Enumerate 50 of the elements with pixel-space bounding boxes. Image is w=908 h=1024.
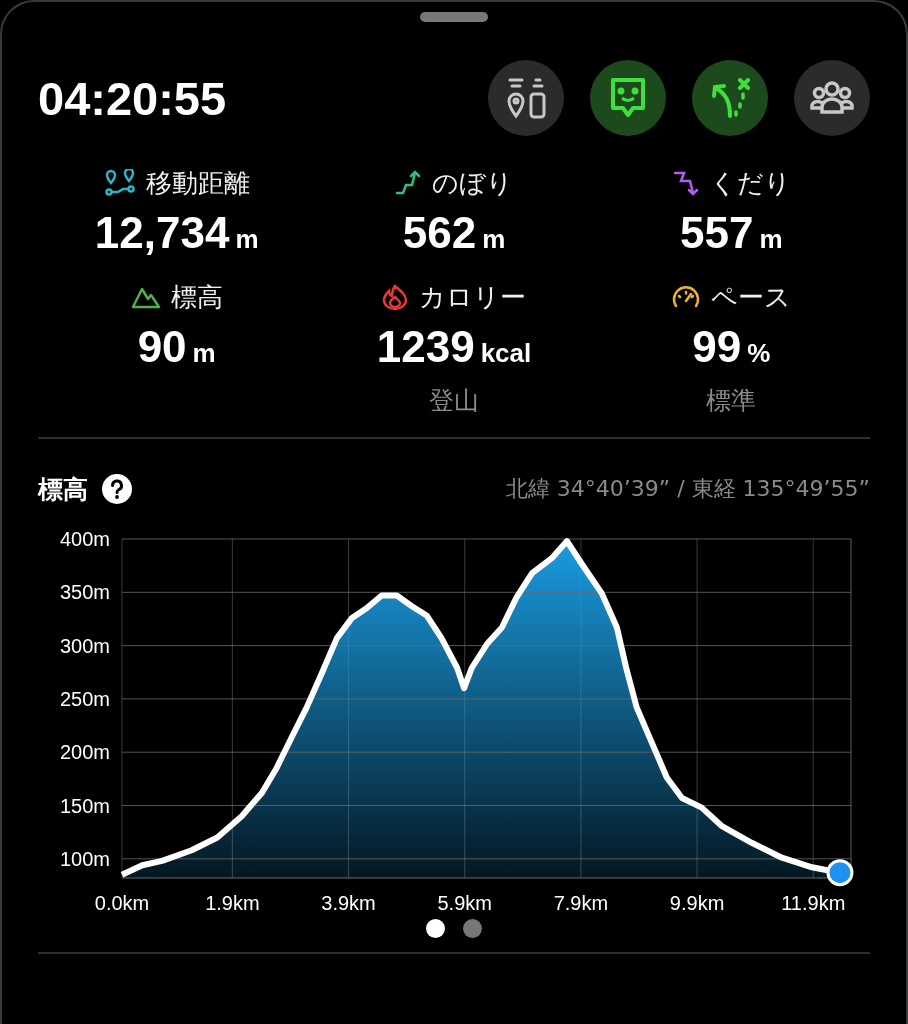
stat-value: 12,734: [94, 208, 230, 258]
stat-label: くだり: [709, 166, 791, 200]
stat-unit: m: [482, 224, 506, 255]
section-title: 標高: [38, 473, 88, 506]
stat-value: 90: [137, 322, 187, 372]
stat-note: 標準: [706, 385, 757, 417]
stat-unit: %: [747, 338, 771, 369]
stat-value: 562: [402, 208, 477, 258]
position-marker: [826, 859, 854, 887]
route-arrow-icon: [710, 76, 750, 120]
flame-icon: [381, 283, 410, 311]
stat-unit: m: [759, 224, 783, 255]
y-axis-label: 100m: [59, 847, 110, 870]
y-axis-label: 350m: [59, 581, 110, 604]
stat-value: 99: [692, 322, 742, 372]
stat-value: 557: [680, 208, 754, 258]
x-axis-label: 0.0km: [94, 892, 150, 913]
coordinates: 北緯 34°40’39” / 東経 135°49’55”: [505, 475, 870, 503]
stat-unit: m: [235, 224, 259, 255]
stat-label: ペース: [711, 280, 792, 314]
stat-label: のぼり: [432, 166, 514, 200]
step-down-icon: [671, 169, 700, 197]
drag-handle[interactable]: [420, 12, 488, 22]
stat-label: 移動距離: [145, 166, 250, 200]
stat-unit: m: [192, 338, 216, 369]
stat-unit: kcal: [480, 338, 532, 369]
smiley-chat-icon: [608, 76, 648, 120]
stat-value: 1239: [376, 322, 475, 372]
elapsed-time: 04:20:55: [38, 70, 227, 126]
x-axis-label: 3.9km: [321, 892, 376, 913]
stat-label: カロリー: [419, 280, 527, 314]
route-pins-icon: [103, 169, 136, 197]
x-axis-label: 5.9km: [437, 892, 492, 913]
y-axis-label: 300m: [59, 634, 110, 657]
y-axis-label: 150m: [59, 794, 110, 817]
help-icon[interactable]: [102, 474, 132, 504]
y-axis-label: 250m: [59, 687, 110, 710]
page-dot[interactable]: [463, 919, 482, 938]
x-axis-label: 7.9km: [553, 892, 609, 913]
x-axis-label: 1.9km: [205, 892, 260, 913]
y-axis-label: 200m: [59, 741, 110, 764]
page-dot[interactable]: [426, 919, 445, 938]
speedometer-icon: [671, 284, 702, 310]
pin-and-phone-icon: [506, 76, 546, 120]
y-axis-label: 400m: [59, 528, 110, 550]
stat-note: 登山: [429, 385, 479, 417]
x-axis-label: 9.9km: [669, 892, 725, 913]
x-axis-label: 11.9km: [781, 892, 846, 913]
step-up-icon: [394, 169, 423, 197]
stat-label: 標高: [170, 280, 223, 314]
